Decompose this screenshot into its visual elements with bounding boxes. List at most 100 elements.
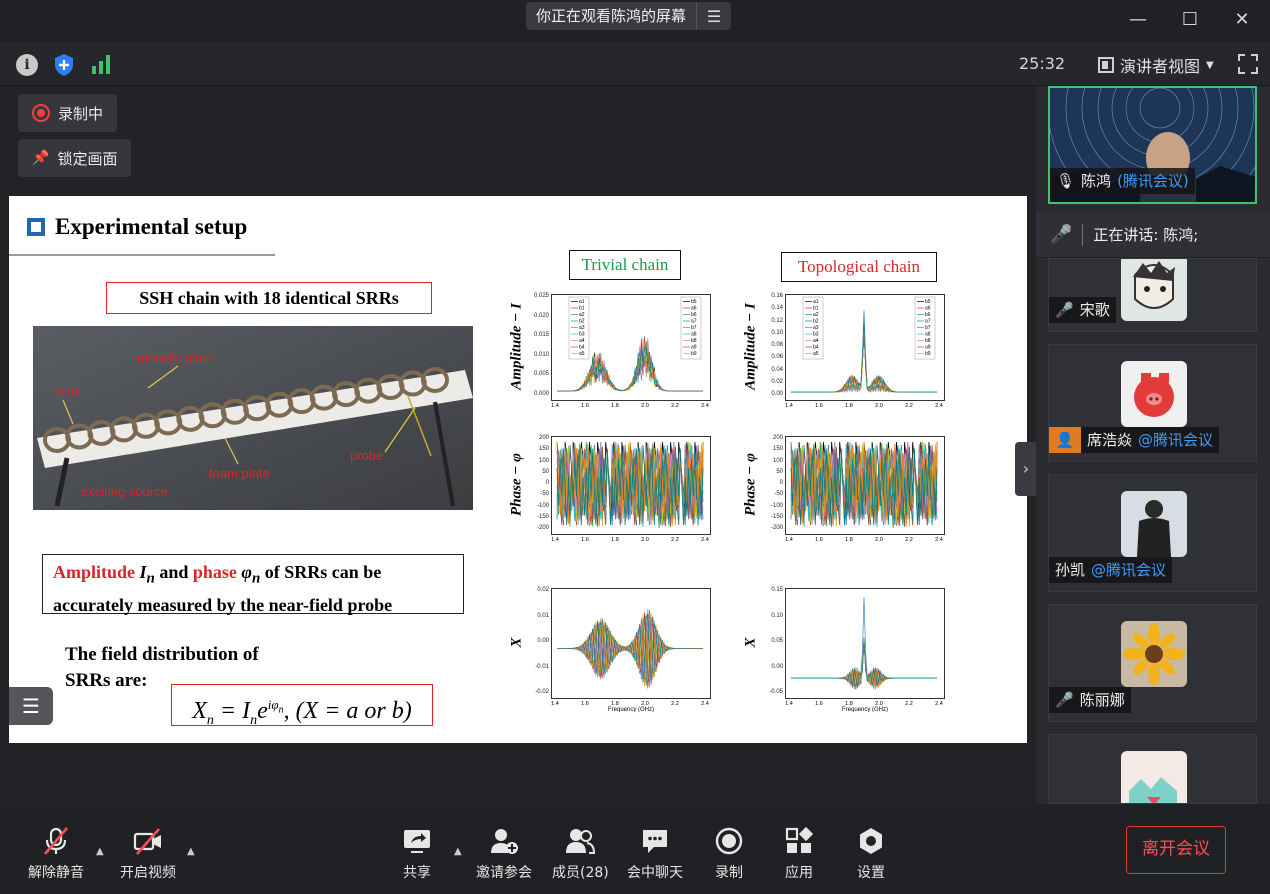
- speaking-indicator: 🎤 正在讲话: 陈鸿;: [1036, 212, 1270, 258]
- y-tick-label: 0.15: [771, 587, 783, 593]
- legend-entry: a2: [579, 312, 585, 318]
- info-icon[interactable]: i: [16, 54, 38, 76]
- y-axis-label: X: [508, 637, 525, 648]
- fullscreen-icon[interactable]: [1238, 54, 1258, 74]
- topological-chain-label: Topological chain: [781, 252, 937, 282]
- photo-label-probe: probe: [350, 448, 383, 463]
- members-label: 成员(28): [552, 865, 609, 881]
- unmute-label: 解除静音: [28, 865, 84, 881]
- series-line: [791, 642, 937, 689]
- list-icon[interactable]: ☰: [697, 7, 731, 26]
- invite-label: 邀请参会: [476, 865, 532, 881]
- y-tick-label: 200: [772, 435, 783, 441]
- photo-label-foam-plate: foam plate: [209, 466, 270, 481]
- participant-tile[interactable]: 孙凯 @腾讯会议: [1048, 474, 1257, 592]
- title-bar: 你正在观看陈鸿的屏幕 ☰ — ☐ ✕: [0, 0, 1270, 42]
- unmute-button[interactable]: 解除静音: [28, 826, 84, 882]
- layout-icon: [1098, 57, 1114, 73]
- share-label: 共享: [403, 865, 431, 881]
- settings-button[interactable]: 设置: [856, 826, 886, 882]
- y-tick-label: 0.16: [771, 293, 783, 299]
- close-icon[interactable]: ✕: [1228, 8, 1256, 32]
- slide-title: Experimental setup: [27, 214, 247, 240]
- user-icon: 👤: [1049, 427, 1081, 453]
- amplitude-word: Amplitude: [53, 562, 136, 582]
- legend-entry: a4: [813, 338, 819, 344]
- share-status-pill[interactable]: 你正在观看陈鸿的屏幕 ☰: [526, 2, 732, 30]
- participant-tile[interactable]: 🎤 宋歌: [1048, 258, 1257, 332]
- y-axis-label: Phase − φ: [508, 453, 525, 516]
- lock-view-button[interactable]: 📌 锁定画面: [18, 139, 132, 177]
- participant-tile[interactable]: [1048, 734, 1257, 804]
- chat-icon: [643, 830, 667, 853]
- legend-entry: b4: [813, 345, 819, 351]
- start-video-button[interactable]: 开启视频: [120, 826, 176, 882]
- x-tick-label: 2.0: [875, 403, 883, 409]
- photo-label-metallic-plate: metallic plate: [137, 350, 213, 365]
- y-tick-label: 0.14: [771, 305, 783, 312]
- chat-button[interactable]: 会中聊天: [627, 826, 683, 882]
- x-tick-label: 1.4: [551, 701, 559, 707]
- avatar: [1121, 361, 1187, 427]
- pin-icon: 📌: [32, 150, 50, 166]
- topological-amp-plot: a1 b1 a2 b2 a3 b3 a4 b4 a5 b5 a6 b6 a7 b7 a8 b8 a9 b9 1.4 1…: [743, 293, 945, 414]
- leave-meeting-button[interactable]: 离开会议: [1126, 826, 1226, 874]
- participant-suffix: @腾讯会议: [1138, 431, 1214, 449]
- slide-menu-icon[interactable]: ☰: [9, 687, 53, 725]
- legend-entry: a8: [925, 332, 931, 338]
- y-tick-label: 0.02: [537, 587, 549, 593]
- y-tick-label: 0.020: [533, 312, 549, 319]
- participant-tile[interactable]: 🎙 陈鸿 (腾讯会议): [1048, 86, 1257, 204]
- participant-name: 席浩焱: [1087, 431, 1133, 449]
- meeting-window: 你正在观看陈鸿的屏幕 ☰ — ☐ ✕ i 25:32 演讲者视图 ▼ 录制中 📌…: [0, 0, 1270, 894]
- caret-up-icon[interactable]: ▲: [454, 846, 462, 857]
- y-tick-label: 0.000: [533, 391, 549, 397]
- view-mode-label: 演讲者视图: [1120, 57, 1201, 76]
- x-tick-label: 1.4: [551, 537, 559, 543]
- y-tick-label: 0.08: [771, 342, 783, 348]
- legend-entry: b9: [925, 351, 931, 357]
- view-mode-dropdown[interactable]: 演讲者视图 ▼: [1098, 53, 1214, 77]
- shield-icon[interactable]: [53, 53, 75, 77]
- legend-entry: b1: [813, 306, 819, 312]
- legend-entry: a8: [691, 332, 697, 338]
- ssh-chain-label: SSH chain with 18 identical SRRs: [106, 282, 432, 314]
- x-tick-label: 1.8: [845, 403, 853, 409]
- trivial-phase-plot: 1.4 1.6 1.8 2.0 2.2 2.4 200 150 100 50 0 -50 -100 -15…: [509, 435, 711, 548]
- phase-symbol: φ: [241, 562, 252, 582]
- share-button[interactable]: 共享: [402, 826, 432, 882]
- x-tick-label: 1.4: [551, 403, 559, 409]
- legend-entry: a9: [691, 345, 697, 351]
- invite-button[interactable]: 邀请参会: [476, 826, 532, 882]
- recording-indicator[interactable]: 录制中: [18, 94, 118, 132]
- participant-tile[interactable]: 🎤 陈丽娜: [1048, 604, 1257, 722]
- y-tick-label: 0.05: [771, 638, 783, 644]
- apps-button[interactable]: 应用: [784, 826, 814, 882]
- collapse-panel-icon[interactable]: ›: [1015, 442, 1037, 496]
- amp-symbol: I: [139, 562, 147, 582]
- caret-up-icon[interactable]: ▲: [96, 846, 104, 857]
- record-icon: [715, 827, 743, 855]
- participant-suffix: (腾讯会议): [1117, 172, 1189, 190]
- x-tick-label: 2.2: [671, 403, 679, 409]
- mic-icon: 🎙: [1056, 172, 1076, 190]
- legend-entry: b8: [925, 338, 931, 344]
- participant-tile[interactable]: 👤 席浩焱 @腾讯会议: [1048, 344, 1257, 462]
- x-axis-label: Frequency (GHz): [842, 707, 888, 712]
- signal-icon[interactable]: [90, 54, 112, 74]
- caret-up-icon[interactable]: ▲: [187, 846, 195, 857]
- y-tick-label: 0.01: [537, 612, 549, 619]
- participant-name: 孙凯: [1055, 561, 1086, 579]
- mic-muted-icon: 🎤: [1055, 691, 1074, 709]
- members-button[interactable]: 成员(28): [552, 826, 609, 882]
- y-axis-label: Amplitude − I: [508, 303, 525, 390]
- y-axis-label: Phase − φ: [742, 453, 759, 516]
- maximize-icon[interactable]: ☐: [1176, 8, 1204, 32]
- divider: [1082, 223, 1084, 246]
- legend-entry: b2: [579, 319, 585, 325]
- plot-canvas: 1.4 1.6 1.8 2.0 2.2 2.4Frequency (GHz): [551, 588, 711, 712]
- minimize-icon[interactable]: —: [1124, 8, 1152, 32]
- record-button[interactable]: 录制: [714, 826, 744, 882]
- participant-name: 宋歌: [1079, 301, 1110, 319]
- legend-entry: a5: [579, 351, 585, 357]
